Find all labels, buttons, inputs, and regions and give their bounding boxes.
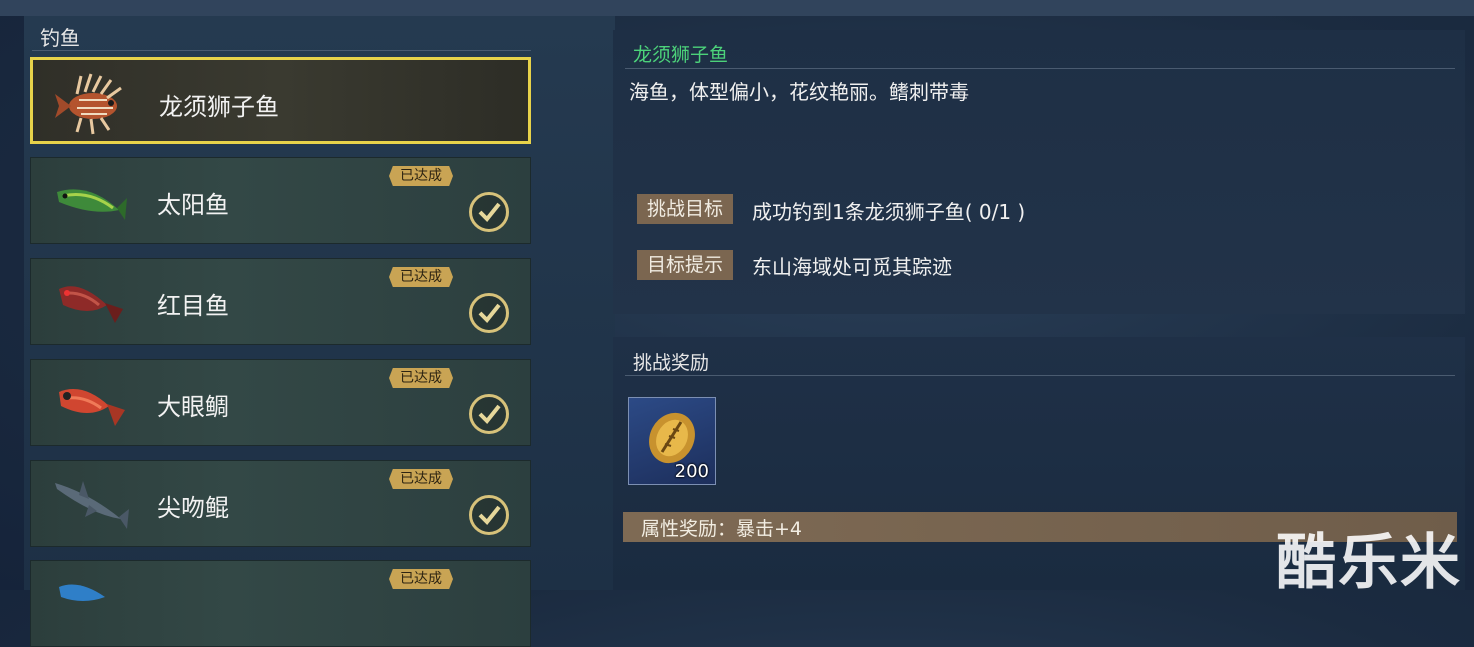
fish-item-sunfish[interactable]: 太阳鱼 已达成 <box>30 157 531 244</box>
check-icon <box>469 293 509 333</box>
fish-item-blue-fish[interactable]: 已达成 <box>30 560 531 647</box>
achieved-badge: 已达成 <box>389 267 453 287</box>
divider <box>625 375 1455 376</box>
achieved-badge: 已达成 <box>389 166 453 186</box>
red-eye-fish-icon <box>59 286 123 323</box>
shark-icon <box>55 481 129 529</box>
goal-hint-value: 东山海域处可觅其踪迹 <box>752 255 952 279</box>
achieved-badge: 已达成 <box>389 569 453 589</box>
fish-name: 大眼鲷 <box>157 393 229 421</box>
panel-title: 钓鱼 <box>40 26 80 50</box>
attribute-bonus-text: 属性奖励：暴击+4 <box>641 518 803 540</box>
achieved-badge: 已达成 <box>389 368 453 388</box>
fish-description: 海鱼，体型偏小，花纹艳丽。鳍刺带毒 <box>629 80 969 104</box>
challenge-goal-value: 成功钓到1条龙须狮子鱼( 0/1 ) <box>752 200 1026 224</box>
check-icon <box>469 192 509 232</box>
challenge-goal-tag: 挑战目标 <box>637 194 733 224</box>
goal-hint-tag: 目标提示 <box>637 250 733 280</box>
check-icon <box>469 495 509 535</box>
lionfish-icon <box>55 73 122 135</box>
watermark-logo: 酷乐米 <box>1276 528 1462 598</box>
fish-name: 尖吻鲲 <box>157 494 229 522</box>
fish-name: 太阳鱼 <box>157 191 229 219</box>
fish-item-shark[interactable]: 尖吻鲲 已达成 <box>30 460 531 547</box>
fish-name: 红目鱼 <box>157 292 229 320</box>
top-bar <box>0 0 1474 16</box>
check-icon <box>469 394 509 434</box>
fish-item-bigeye-snapper[interactable]: 大眼鲷 已达成 <box>30 359 531 446</box>
sunfish-icon <box>57 189 127 220</box>
fish-name: 龙须狮子鱼 <box>159 93 279 121</box>
fish-detail-title: 龙须狮子鱼 <box>633 44 729 66</box>
reward-title: 挑战奖励 <box>633 352 710 374</box>
divider <box>32 50 531 51</box>
blue-fish-icon <box>59 584 105 601</box>
fish-item-lionfish[interactable]: 龙须狮子鱼 <box>30 57 531 144</box>
reward-count: 200 <box>674 461 709 482</box>
divider <box>625 68 1455 69</box>
fish-list-panel: 钓鱼 龙须狮子鱼 太阳鱼 已达成 红目鱼 已达成 大眼鲷 已达成 尖吻鲲 已达成… <box>24 16 615 647</box>
fish-item-red-eye-fish[interactable]: 红目鱼 已达成 <box>30 258 531 345</box>
bigeye-snapper-icon <box>59 389 125 426</box>
achieved-badge: 已达成 <box>389 469 453 489</box>
reward-item-slot[interactable]: 200 <box>628 397 716 485</box>
fish-detail-panel: 龙须狮子鱼 海鱼，体型偏小，花纹艳丽。鳍刺带毒 挑战目标 成功钓到1条龙须狮子鱼… <box>613 30 1465 314</box>
